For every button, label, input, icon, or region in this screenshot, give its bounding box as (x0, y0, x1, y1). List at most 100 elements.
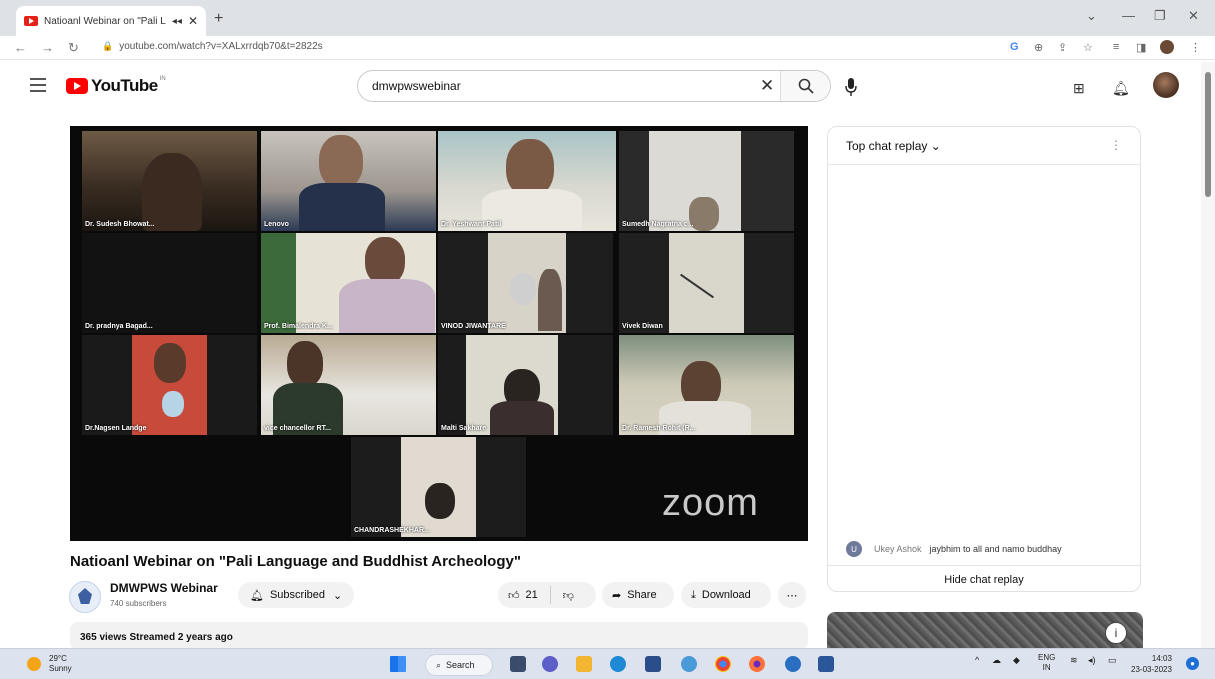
hide-chat-replay-button[interactable]: Hide chat replay (828, 565, 1140, 593)
clock-time: 14:03 (1151, 654, 1172, 663)
thumbs-down-icon[interactable]: 👎︎ (563, 589, 574, 602)
browser-tab-strip: Natioanl Webinar on "Pali La ◂◂ ✕ + ⌄ — … (0, 0, 1215, 36)
screen: Natioanl Webinar on "Pali La ◂◂ ✕ + ⌄ — … (0, 0, 1215, 679)
more-actions-button[interactable]: ⋯ (778, 582, 806, 608)
sidebar-thumbnail[interactable]: i (827, 612, 1143, 652)
tray-weather-icon[interactable]: ☁ (992, 655, 1001, 666)
subscribed-label: Subscribed (269, 589, 326, 601)
chat-message: U Ukey Ashok jaybhim to all and namo bud… (846, 541, 1062, 557)
search-icon (798, 78, 814, 94)
address-bar-row: ← → ↻ 🔒 youtube.com/watch?v=XALxrrdqb70&t… (0, 36, 1215, 60)
back-icon[interactable]: ← (14, 40, 27, 55)
window-close-icon[interactable]: ✕ (1188, 8, 1199, 24)
minimize-icon[interactable]: — (1122, 8, 1135, 23)
bookmark-star-icon[interactable]: ☆ (1083, 41, 1093, 54)
channel-name[interactable]: DMWPWS Webinar (110, 581, 218, 595)
subscriber-count: 740 subscribers (110, 599, 167, 608)
taskbar-search[interactable]: ⌕ Search (425, 654, 493, 676)
voice-search-icon[interactable] (845, 78, 857, 101)
chat-mode-dropdown[interactable]: Top chat replay ⌄ (846, 139, 941, 153)
word-icon[interactable] (818, 656, 834, 672)
volume-icon[interactable]: ◂) (1088, 655, 1096, 666)
search-input[interactable] (372, 79, 752, 93)
google-icon[interactable]: G (1010, 41, 1019, 53)
url-field[interactable]: 🔒 youtube.com/watch?v=XALxrrdqb70&t=2822s (102, 41, 323, 52)
info-icon[interactable]: i (1105, 622, 1127, 644)
participant-tile: Dr. Ramesh Rohit (R... (619, 335, 794, 435)
speaker-icon[interactable]: ◂◂ (172, 16, 182, 27)
photos-icon[interactable] (681, 656, 697, 672)
chat-menu-icon[interactable]: ⋮ (1110, 138, 1122, 152)
browser-tab[interactable]: Natioanl Webinar on "Pali La ◂◂ ✕ (16, 6, 206, 36)
input-language[interactable]: ENG IN (1038, 653, 1055, 673)
file-explorer-icon[interactable] (576, 656, 592, 672)
clear-search-icon[interactable]: ✕ (760, 76, 774, 96)
youtube-masthead: YouTube IN ✕ ⊞ 🔔︎ (0, 62, 1200, 112)
chevron-down-icon: ⌄ (930, 139, 941, 153)
edge-icon[interactable] (610, 656, 626, 672)
battery-icon[interactable]: ▭ (1108, 655, 1117, 666)
like-dislike-group: 👍︎ 21 👎︎ (498, 582, 596, 608)
restore-icon[interactable]: ❐ (1154, 8, 1166, 24)
weather-widget[interactable]: 29°C Sunny (27, 654, 72, 674)
profile-avatar-icon[interactable] (1160, 40, 1174, 54)
wifi-icon[interactable]: ≋ (1070, 655, 1078, 666)
bell-icon: 🔔︎ (250, 589, 264, 602)
app-icon[interactable] (785, 656, 801, 672)
description-box[interactable]: 365 views Streamed 2 years ago (70, 622, 808, 650)
scrollbar-thumb[interactable] (1205, 72, 1211, 197)
download-button[interactable]: ⤓ Download (681, 582, 771, 608)
notifications-bell-icon[interactable]: 🔔︎ (1112, 80, 1130, 97)
participant-tile: Dr. Sudesh Bhowat... (82, 131, 257, 231)
store-icon[interactable] (645, 656, 661, 672)
reload-icon[interactable]: ↻ (68, 40, 79, 56)
task-view-icon[interactable] (510, 656, 526, 672)
youtube-favicon-icon (24, 16, 38, 26)
youtube-play-icon (66, 78, 88, 94)
share-button[interactable]: ➦ Share (602, 582, 674, 608)
language-code: ENG (1038, 653, 1056, 662)
create-video-icon[interactable]: ⊞ (1073, 80, 1085, 97)
taskbar-search-label: Search (446, 660, 475, 670)
start-menu-icon[interactable] (390, 656, 406, 672)
tab-search-chevron-icon[interactable]: ⌄ (1086, 8, 1097, 24)
weather-condition: Sunny (49, 664, 72, 673)
new-tab-icon[interactable]: + (214, 10, 223, 28)
teams-chat-icon[interactable] (542, 656, 558, 672)
participant-tile: vice chancellor RT... (261, 335, 436, 435)
chrome-icon[interactable] (715, 656, 731, 672)
participant-tile: Dr.Nagsen Landge (82, 335, 257, 435)
search-button[interactable] (780, 71, 830, 101)
tab-title: Natioanl Webinar on "Pali La (44, 15, 166, 27)
share-label: Share (627, 589, 657, 601)
participant-tile: CHANDRASHEKHAR... (351, 437, 526, 537)
temperature: 29°C (49, 654, 67, 663)
channel-avatar[interactable] (69, 581, 101, 613)
participant-tile: Prof. Bimalendra K... (261, 233, 436, 333)
browser-menu-icon[interactable]: ⋮ (1190, 41, 1201, 54)
close-tab-icon[interactable]: ✕ (188, 14, 198, 28)
chat-mode-label: Top chat replay (846, 139, 928, 153)
page-scrollbar[interactable] (1201, 62, 1215, 648)
share-page-icon[interactable]: ⇪ (1058, 41, 1067, 54)
side-panel-icon[interactable]: ◨ (1136, 41, 1146, 54)
video-player[interactable]: Dr. Sudesh Bhowat... Lenovo Dr. Yeshwant… (70, 126, 808, 541)
participant-tile: Vivek Diwan (619, 233, 794, 333)
subscribed-button[interactable]: 🔔︎ Subscribed ⌄ (238, 582, 354, 608)
notification-icon[interactable]: ● (1186, 657, 1199, 670)
system-clock[interactable]: 14:03 23-03-2023 (1131, 653, 1172, 675)
account-avatar[interactable] (1153, 72, 1179, 98)
download-label: Download (701, 589, 751, 601)
share-arrow-icon: ➦ (612, 589, 622, 602)
tray-app-icon[interactable]: ◆ (1013, 655, 1020, 666)
hamburger-menu-icon[interactable] (30, 78, 46, 96)
url-text: youtube.com/watch?v=XALxrrdqb70&t=2822s (119, 41, 323, 52)
like-button[interactable]: 👍︎ 21 (508, 589, 538, 602)
firefox-icon[interactable] (749, 656, 765, 672)
live-chat-replay: Top chat replay ⌄ ⋮ U Ukey Ashok jaybhim… (827, 126, 1141, 592)
translate-icon[interactable]: ⊕ (1034, 41, 1043, 54)
reading-list-icon[interactable]: ≡ (1113, 41, 1119, 53)
tray-overflow-icon[interactable]: ^ (975, 655, 979, 665)
youtube-logo[interactable]: YouTube IN (66, 76, 166, 96)
forward-icon[interactable]: → (41, 40, 54, 55)
